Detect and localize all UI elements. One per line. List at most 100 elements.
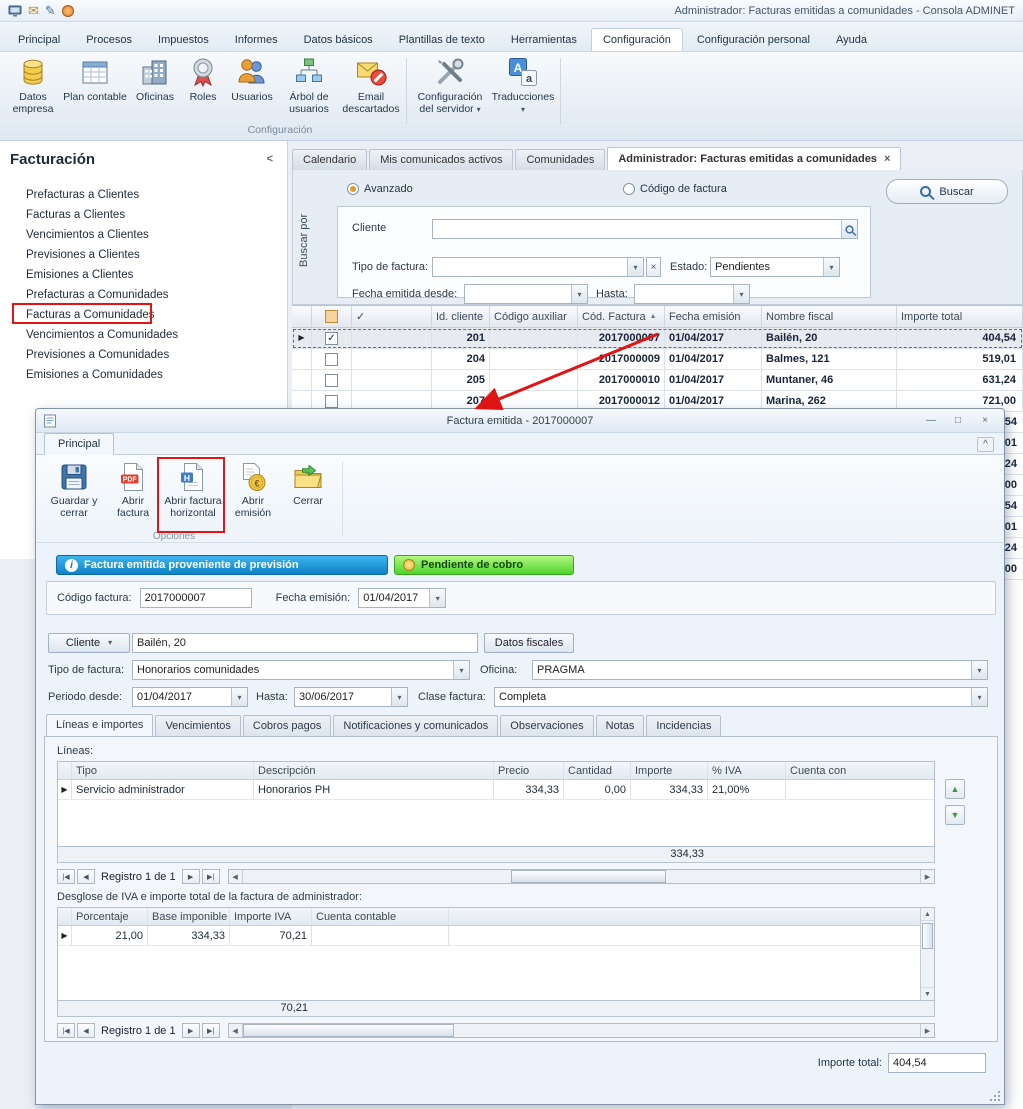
col-cuenta-contable[interactable]: Cuenta con: [786, 762, 934, 779]
periodo-desde-combo[interactable]: 01/04/2017▾: [132, 687, 248, 707]
horizontal-scrollbar[interactable]: ◀ ▶: [228, 869, 935, 884]
collapse-sidebar-button[interactable]: <: [267, 153, 273, 165]
grid-row[interactable]: 205 2017000010 01/04/2017 Muntaner, 46 6…: [292, 370, 1023, 391]
horizontal-scrollbar[interactable]: ◀ ▶: [228, 1023, 935, 1038]
col-cod-factura[interactable]: Cód. Factura▲: [578, 306, 665, 327]
row-checkbox[interactable]: [325, 374, 338, 387]
nav-next-button[interactable]: ▶: [182, 1023, 200, 1038]
sidebar-item-vencimientos-comunidades[interactable]: Vencimientos a Comunidades: [0, 325, 287, 345]
sidebar-item-prefacturas-clientes[interactable]: Prefacturas a Clientes: [0, 185, 287, 205]
col-iva[interactable]: % IVA: [708, 762, 786, 779]
app-icon[interactable]: [8, 4, 22, 18]
row-checkbox-checked[interactable]: ✓: [325, 332, 338, 345]
menu-tab-datos-basicos[interactable]: Datos básicos: [292, 28, 385, 51]
move-line-down-button[interactable]: ▼: [945, 805, 965, 825]
menu-tab-herramientas[interactable]: Herramientas: [499, 28, 589, 51]
radio-avanzado[interactable]: Avanzado: [347, 183, 413, 195]
nav-prev-button[interactable]: ◀: [77, 869, 95, 884]
tab-observaciones[interactable]: Observaciones: [500, 715, 593, 736]
codigo-factura-input[interactable]: [140, 588, 252, 608]
cliente-search-input[interactable]: [432, 219, 858, 239]
importe-total-input[interactable]: [888, 1053, 986, 1073]
fecha-desde-combo[interactable]: ▾: [464, 284, 588, 304]
tipo-factura-combo[interactable]: Honorarios comunidades▾: [132, 660, 470, 680]
col-importe[interactable]: Importe: [631, 762, 708, 779]
scrollbar-thumb[interactable]: [243, 1024, 455, 1037]
cliente-input[interactable]: [132, 633, 478, 653]
mail-icon[interactable]: ✉: [28, 4, 39, 17]
sidebar-item-previsiones-clientes[interactable]: Previsiones a Clientes: [0, 245, 287, 265]
oficinas-button[interactable]: Oficinas: [130, 56, 180, 103]
select-all-checkbox[interactable]: [312, 306, 352, 327]
col-id-cliente[interactable]: Id. cliente: [432, 306, 490, 327]
tab-calendario[interactable]: Calendario: [292, 149, 367, 170]
tab-notas[interactable]: Notas: [596, 715, 645, 736]
clear-filter-button[interactable]: ×: [646, 257, 661, 277]
col-porcentaje[interactable]: Porcentaje: [72, 908, 148, 925]
tab-mis-comunicados[interactable]: Mis comunicados activos: [369, 149, 513, 170]
fecha-hasta-combo[interactable]: ▾: [634, 284, 750, 304]
datos-empresa-button[interactable]: Datos empresa: [6, 56, 60, 115]
plan-contable-button[interactable]: Plan contable: [62, 56, 128, 103]
tab-cobros-pagos[interactable]: Cobros pagos: [243, 715, 332, 736]
col-importe-iva[interactable]: Importe IVA: [230, 908, 312, 925]
desglose-row[interactable]: ▶ 21,00 334,33 70,21: [58, 926, 934, 946]
col-cuenta-contable[interactable]: Cuenta contable: [312, 908, 449, 925]
usuarios-button[interactable]: Usuarios: [226, 56, 278, 103]
menu-tab-plantillas[interactable]: Plantillas de texto: [387, 28, 497, 51]
tab-incidencias[interactable]: Incidencias: [646, 715, 721, 736]
menu-tab-configuracion-personal[interactable]: Configuración personal: [685, 28, 822, 51]
menu-tab-informes[interactable]: Informes: [223, 28, 290, 51]
cliente-dropdown-button[interactable]: Cliente▾: [48, 633, 130, 653]
tab-facturas-emitidas[interactable]: Administrador: Facturas emitidas a comun…: [607, 147, 901, 170]
sidebar-item-prefacturas-comunidades[interactable]: Prefacturas a Comunidades: [0, 285, 287, 305]
abrir-factura-horizontal-button[interactable]: H Abrir factura horizontal: [162, 459, 224, 531]
menu-tab-principal[interactable]: Principal: [6, 28, 72, 51]
estado-combo[interactable]: Pendientes▾: [710, 257, 840, 277]
sidebar-item-previsiones-comunidades[interactable]: Previsiones a Comunidades: [0, 345, 287, 365]
check-column-header[interactable]: ✓: [352, 306, 432, 327]
sidebar-item-vencimientos-clientes[interactable]: Vencimientos a Clientes: [0, 225, 287, 245]
col-codigo-auxiliar[interactable]: Código auxiliar: [490, 306, 578, 327]
col-precio[interactable]: Precio: [494, 762, 564, 779]
scrollbar-thumb[interactable]: [922, 923, 933, 949]
tipo-factura-combo[interactable]: ▾: [432, 257, 644, 277]
minimize-button[interactable]: —: [919, 412, 943, 429]
edit-icon[interactable]: ✎: [45, 4, 56, 17]
menu-tab-impuestos[interactable]: Impuestos: [146, 28, 221, 51]
move-line-up-button[interactable]: ▲: [945, 779, 965, 799]
abrir-emision-button[interactable]: € Abrir emisión: [228, 459, 278, 531]
arbol-usuarios-button[interactable]: Árbol de usuarios: [280, 56, 338, 115]
tab-notificaciones[interactable]: Notificaciones y comunicados: [333, 715, 498, 736]
linea-row[interactable]: ▶ Servicio administrador Honorarios PH 3…: [58, 780, 934, 800]
menu-tab-procesos[interactable]: Procesos: [74, 28, 144, 51]
col-base-imponible[interactable]: Base imponible: [148, 908, 230, 925]
clase-factura-combo[interactable]: Completa▾: [494, 687, 988, 707]
nav-last-button[interactable]: ▶|: [202, 869, 220, 884]
support-icon[interactable]: [62, 5, 74, 17]
tab-vencimientos[interactable]: Vencimientos: [155, 715, 240, 736]
sidebar-item-emisiones-clientes[interactable]: Emisiones a Clientes: [0, 265, 287, 285]
abrir-factura-button[interactable]: PDF Abrir factura: [108, 459, 158, 531]
traducciones-button[interactable]: Aa Traducciones ▾: [492, 56, 554, 115]
cerrar-button[interactable]: Cerrar: [282, 459, 334, 531]
menu-tab-configuracion[interactable]: Configuración: [591, 28, 683, 51]
search-icon[interactable]: [841, 220, 857, 238]
col-fecha-emision[interactable]: Fecha emisión: [665, 306, 762, 327]
vertical-scrollbar[interactable]: ▲ ▼: [920, 908, 934, 1000]
grid-row-selected[interactable]: ▶ ✓ 201 2017000007 01/04/2017 Bailén, 20…: [292, 328, 1023, 349]
nav-next-button[interactable]: ▶: [182, 869, 200, 884]
nav-last-button[interactable]: ▶|: [202, 1023, 220, 1038]
sidebar-item-facturas-comunidades[interactable]: Facturas a Comunidades: [0, 305, 287, 325]
configuracion-servidor-button[interactable]: Configuración del servidor ▾: [410, 56, 490, 115]
hasta-combo[interactable]: 30/06/2017▾: [294, 687, 408, 707]
buscar-button[interactable]: Buscar: [886, 179, 1008, 204]
oficina-combo[interactable]: PRAGMA▾: [532, 660, 988, 680]
tab-lineas-importes[interactable]: Líneas e importes: [46, 714, 153, 736]
col-descripcion[interactable]: Descripción: [254, 762, 494, 779]
email-descartados-button[interactable]: Email descartados: [340, 56, 402, 115]
guardar-y-cerrar-button[interactable]: Guardar y cerrar: [44, 459, 104, 531]
row-checkbox[interactable]: [325, 395, 338, 408]
sidebar-item-emisiones-comunidades[interactable]: Emisiones a Comunidades: [0, 365, 287, 385]
nav-first-button[interactable]: |◀: [57, 869, 75, 884]
